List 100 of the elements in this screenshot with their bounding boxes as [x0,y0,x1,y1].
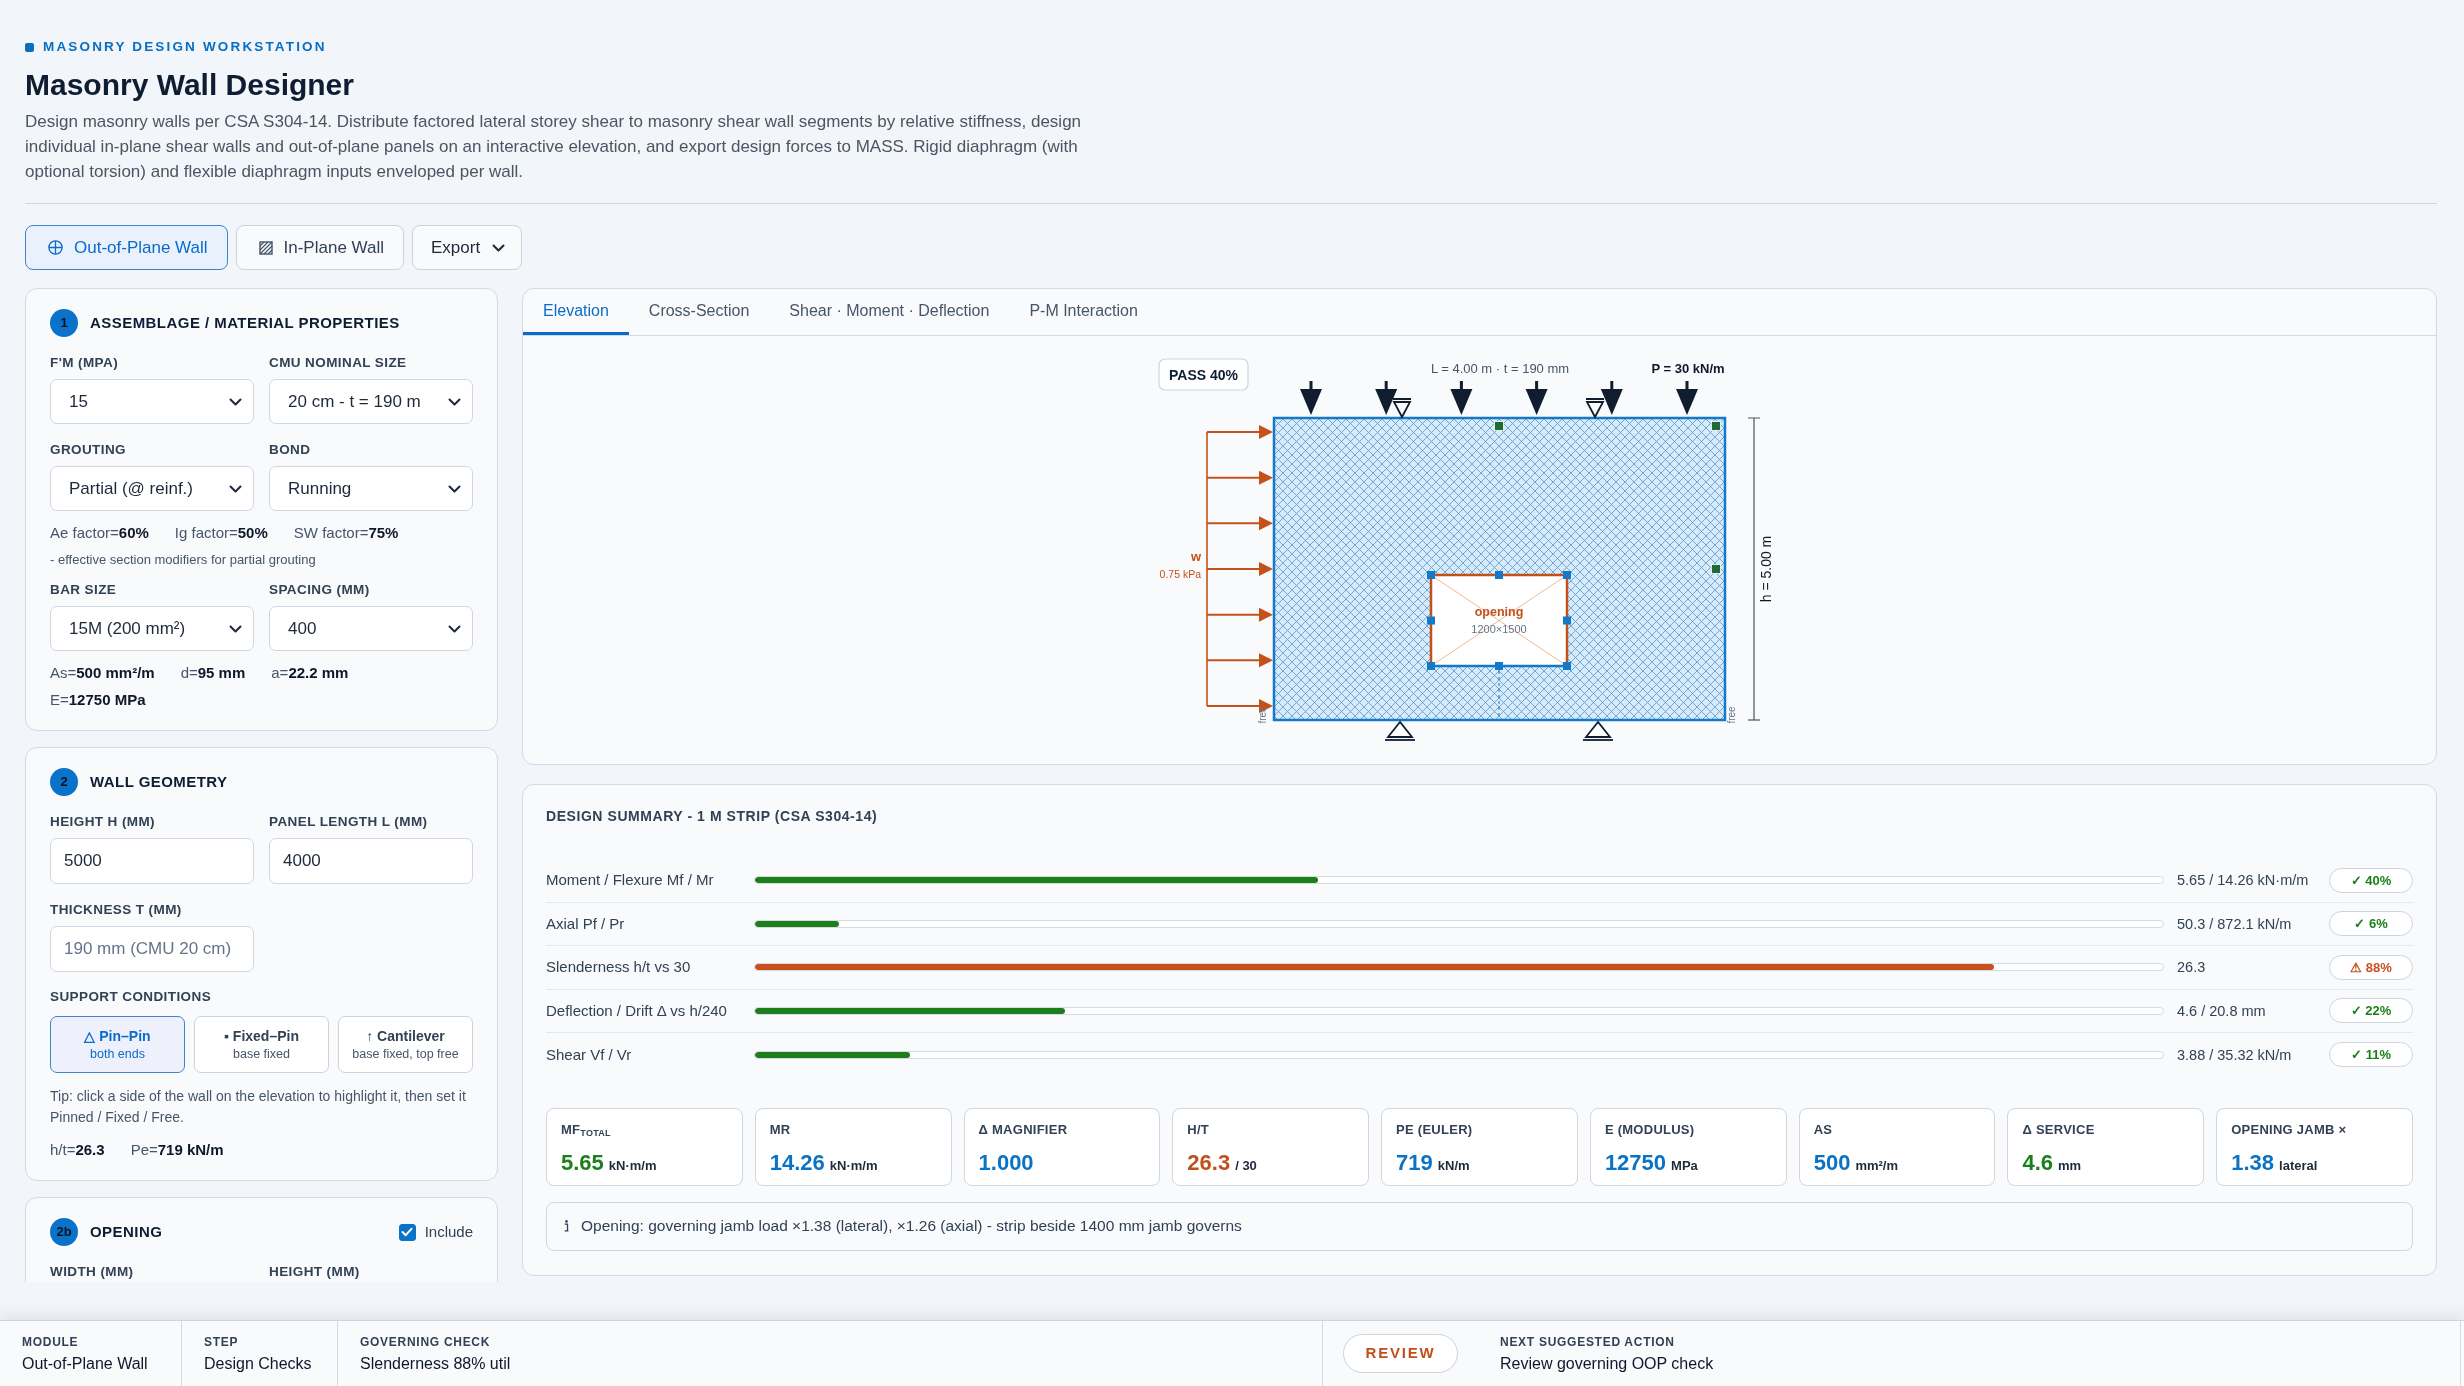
metric-unit: MPa [1671,1156,1698,1175]
check-value: 50.3 / 872.1 kN/m [2177,915,2292,932]
circle-cross-icon [48,240,63,255]
check-label: Moment / Flexure Mf / Mr [546,870,715,890]
section-title: OPENING [90,1221,163,1242]
status-value: Out-of-Plane Wall [22,1353,148,1374]
dropdown[interactable]: 400 [269,606,473,651]
chevron-down-icon [229,397,242,406]
info-text: Opening: governing jamb load ×1.38 (lateral), ×1.26 (axial) - strip beside 1400 mm jamb governs [581,1216,1242,1237]
load-label: 0.75 kPa [1159,568,1201,580]
status-label: STEP [204,1333,239,1350]
metric-value: 12750 [1604,1149,1667,1176]
pin-support-icon [1383,720,1416,741]
opening-label: opening [1474,605,1523,619]
chevron-down-icon [448,397,461,406]
square-handle-icon[interactable] [1710,564,1721,574]
metric-label: MF$_{TOTAL}$ [561,1120,611,1138]
metric-label: PE (EULER) [1396,1120,1473,1138]
status-value: Slenderness 88% util [360,1353,511,1374]
opening-outline[interactable] [1426,571,1571,670]
status-badge: ✓ 6% [2329,911,2413,937]
dropdown[interactable]: Running [269,466,473,511]
dimension-label: h = 5.00 m [1757,535,1774,603]
checkbox-label[interactable]: Include [424,1220,473,1244]
status-badge: ✓ 22% [2329,998,2413,1024]
check-label: Shear Vf / Vr [546,1044,633,1065]
dropdown[interactable]: Partial (@ reinf.) [50,466,254,511]
section-title: ASSEMBLAGE / MATERIAL PROPERTIES [90,312,400,333]
review-badge: REVIEW [1343,1334,1458,1373]
property-value: E=12750 MPa [50,690,146,710]
dropdown[interactable]: 15 [50,379,254,424]
property-value: Pe=719 kN/m [130,1140,224,1160]
hint-text: - effective section modifiers for partial grouting [50,551,317,569]
step-number: 1 [50,309,78,337]
support-option[interactable]: △ Pin–Pin both ends [50,1016,185,1073]
property-value: Ae factor=60% [50,523,149,543]
field-label: HEIGHT H (MM) [50,813,156,831]
support-option[interactable]: ↑ Cantilever base fixed, top free [338,1016,473,1073]
dimension-label: L = 4.00 m · t = 190 mm [1430,361,1569,376]
metric-unit: kN·m/m [829,1156,878,1175]
metric-label: Δ MAGNIFIER [978,1120,1068,1138]
chevron-down-icon [229,484,242,493]
field-label: F'M (MPA) [50,354,120,372]
square-handle-icon[interactable] [1710,421,1721,431]
field-label: THICKNESS T (MM) [50,901,183,919]
checkbox[interactable] [398,1223,416,1241]
section-title: WALL GEOMETRY [90,771,228,792]
field-label: CMU NOMINAL SIZE [269,354,408,372]
field-label: SPACING (MM) [269,581,371,599]
text-field[interactable]: 5000 [50,838,254,884]
property-value: Ig factor=50% [174,523,268,543]
chevron-down-icon [448,624,461,633]
edge-label: free [1725,706,1736,724]
text-field[interactable]: 4000 [269,838,473,884]
field-label: HEIGHT (MM) [269,1263,361,1281]
property-value: SW factor=75% [293,523,399,543]
dropdown[interactable]: 20 cm - t = 190 m [269,379,473,424]
field-label: WIDTH (MM) [50,1263,135,1281]
view-tab[interactable]: Elevation [523,289,629,335]
status-value: Design Checks [204,1353,312,1374]
square-handle-icon[interactable] [1493,421,1504,431]
mode-button[interactable]: In-Plane Wall [235,225,404,270]
text-field[interactable]: 190 mm (CMU 20 cm) [50,926,254,972]
info-icon [564,1220,569,1232]
hatched-square-icon [258,240,273,255]
metric-value: 26.3 [1187,1149,1231,1176]
status-label: NEXT SUGGESTED ACTION [1500,1333,1675,1350]
metric-label: Δ SERVICE [2022,1120,2095,1138]
export-menu-button[interactable]: Export [412,225,523,270]
status-badge: PASS 40% [1157,358,1249,391]
metric-unit: / 30 [1235,1156,1257,1175]
mode-button[interactable]: Out-of-Plane Wall [25,225,228,270]
metric-value: 4.6 [2022,1149,2054,1176]
check-label: Slenderness h/t vs 30 [546,957,692,977]
metric-label: OPENING JAMB × [2231,1120,2347,1138]
status-label: GOVERNING CHECK [360,1333,491,1350]
field-label: BOND [269,441,312,459]
support-option[interactable]: ▪ Fixed–Pin base fixed [194,1016,329,1073]
wall-panel[interactable] [1272,416,1726,722]
metric-label: H/T [1187,1120,1210,1138]
page-title: Masonry Wall Designer [25,67,354,103]
field-label: BAR SIZE [50,581,118,599]
view-tab[interactable]: Cross-Section [628,289,770,335]
dropdown[interactable]: 15M (200 mm²) [50,606,254,651]
check-value: 26.3 [2177,959,2206,976]
view-tab[interactable]: P-M Interaction [1009,289,1158,335]
check-label: Deflection / Drift Δ vs h/240 [546,1000,728,1021]
metric-value: 719 [1396,1149,1433,1176]
view-tab[interactable]: Shear · Moment · Deflection [769,289,1010,335]
eyebrow-label: MASONRY DESIGN WORKSTATION [43,38,327,56]
property-value: h/t=26.3 [50,1140,105,1160]
status-label: MODULE [22,1333,79,1350]
status-badge: ⚠ 88% [2329,954,2413,980]
load-label: P = 30 kN/m [1650,361,1725,376]
metric-label: AS [1813,1120,1833,1138]
metric-value: 1.000 [978,1149,1034,1176]
field-label: PANEL LENGTH L (MM) [269,813,429,831]
metric-unit: mm [2058,1156,2082,1175]
check-value: 4.6 / 20.8 mm [2177,1002,2266,1019]
load-symbol: w [1190,549,1201,564]
